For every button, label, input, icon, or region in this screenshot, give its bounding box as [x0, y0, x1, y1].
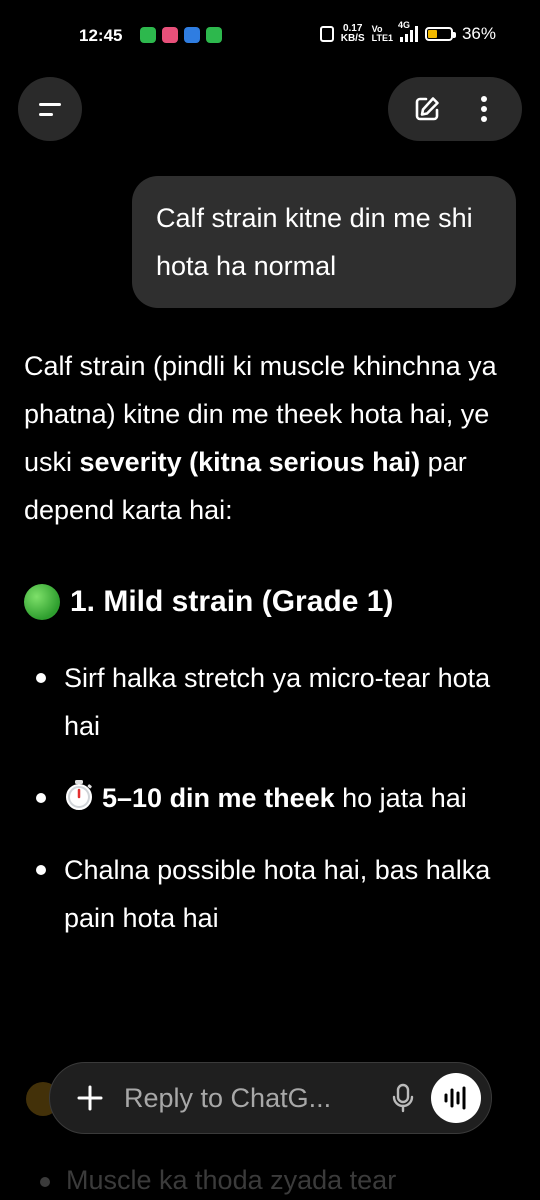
- edit-icon: [415, 97, 439, 121]
- photos-icon: [162, 27, 178, 43]
- volte-bottom: LTE1: [371, 33, 393, 43]
- hamburger-icon: [39, 102, 61, 106]
- user-message-bubble: Calf strain kitne din me shi hota ha nor…: [132, 176, 516, 308]
- menu-button[interactable]: [18, 77, 82, 141]
- bullet-text: Sirf halka stretch ya micro-tear hota ha…: [64, 663, 491, 741]
- network-speed: 0.17 KB/S: [341, 24, 365, 44]
- list-item: Sirf halka stretch ya micro-tear hota ha…: [24, 654, 504, 750]
- faded-next-bullet: Muscle ka thoda zyada tear: [40, 1165, 396, 1196]
- list-item: Chalna possible hota hai, bas halka pain…: [24, 846, 504, 942]
- bullet-list: Sirf halka stretch ya micro-tear hota ha…: [24, 654, 504, 942]
- attach-button[interactable]: [70, 1078, 110, 1118]
- plus-icon: [77, 1085, 103, 1111]
- net-speed-unit: KB/S: [340, 33, 365, 44]
- reply-input[interactable]: [122, 1081, 381, 1115]
- network-type: 4G: [397, 20, 410, 30]
- hamburger-icon-line: [39, 112, 53, 116]
- section-heading: 1. Mild strain (Grade 1): [24, 578, 504, 626]
- green-circle-icon: [24, 584, 60, 620]
- status-indicators: 0.17 KB/S Vo LTE1 4G 36%: [319, 20, 496, 44]
- voice-mode-button[interactable]: [431, 1073, 481, 1123]
- volte-indicator: Vo LTE1: [372, 25, 393, 43]
- notification-icons: [140, 27, 222, 43]
- battery-icon: [424, 27, 456, 41]
- signal-icon: 4G: [398, 20, 418, 42]
- wechat-icon: [206, 27, 222, 43]
- bullet-bold-text: 5–10 din me theek: [102, 783, 335, 813]
- kebab-icon: [480, 96, 487, 122]
- intro-bold-text: severity (kitna serious hai): [79, 447, 421, 477]
- vibrate-icon: [319, 26, 334, 42]
- assistant-message: Calf strain (pindli ki muscle khinchna y…: [24, 342, 504, 966]
- bullet-text: Chalna possible hota hai, bas halka pain…: [64, 855, 491, 933]
- safari-icon: [184, 27, 200, 43]
- status-time: 12:45: [79, 26, 123, 45]
- composer-bar: [49, 1062, 492, 1134]
- status-bar: 12:45 0.17 KB/S Vo LTE1 4G 36%: [0, 0, 540, 72]
- voice-mode-icon: [444, 1086, 466, 1110]
- battery-percent: 36%: [461, 24, 496, 43]
- section-title: 1. Mild strain (Grade 1): [70, 585, 394, 618]
- header-actions: [388, 77, 522, 141]
- assistant-intro: Calf strain (pindli ki muscle khinchna y…: [24, 342, 504, 534]
- user-message-text: Calf strain kitne din me shi hota ha nor…: [156, 203, 473, 281]
- bullet-dot: [36, 673, 46, 683]
- more-options-button[interactable]: [462, 87, 506, 131]
- list-item: 5–10 din me theek ho jata hai: [24, 774, 504, 822]
- stopwatch-icon: [66, 780, 92, 810]
- bullet-dot: [36, 793, 46, 803]
- dictate-button[interactable]: [381, 1076, 425, 1120]
- bullet-text: ho jata hai: [334, 783, 467, 813]
- phone-clone-icon: [140, 27, 156, 43]
- bullet-dot: [40, 1176, 50, 1187]
- bullet-dot: [36, 865, 46, 875]
- faded-bullet-text: Muscle ka thoda zyada tear: [66, 1165, 397, 1195]
- mic-icon: [392, 1083, 414, 1113]
- new-chat-button[interactable]: [405, 87, 449, 131]
